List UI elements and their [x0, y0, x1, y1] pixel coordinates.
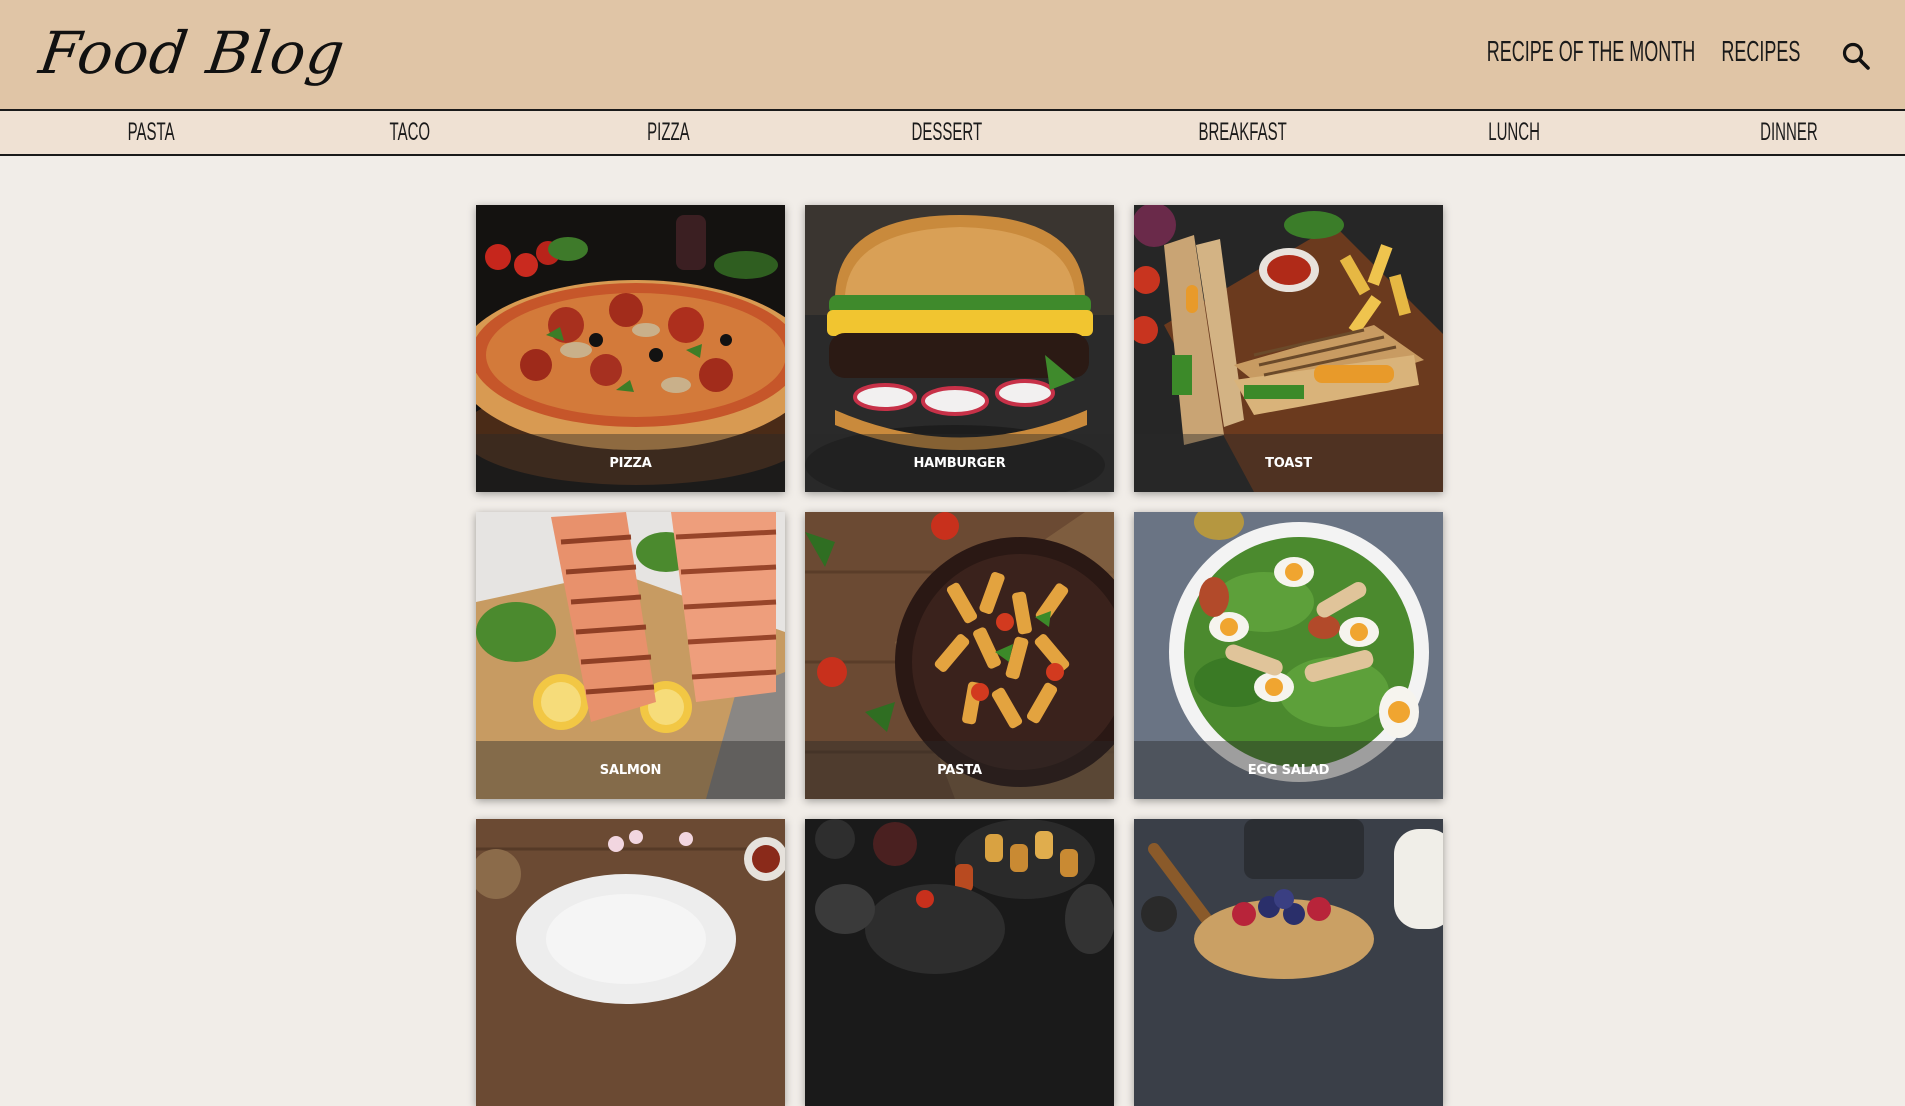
dish-image — [805, 819, 1114, 1106]
category-pizza[interactable]: PIZZA — [647, 118, 690, 147]
recipe-card[interactable]: HAMBURGER — [805, 205, 1114, 492]
recipe-card[interactable]: TOAST — [1134, 205, 1443, 492]
recipe-card[interactable] — [805, 819, 1114, 1106]
recipe-card[interactable] — [1134, 819, 1443, 1106]
dish-image — [476, 819, 785, 1106]
card-title: SALMON — [599, 762, 662, 778]
card-title: HAMBURGER — [913, 455, 1006, 471]
card-caption: PASTA — [805, 741, 1114, 799]
category-taco[interactable]: TACO — [390, 118, 431, 147]
card-title: EGG SALAD — [1247, 762, 1330, 778]
recipe-card[interactable]: PASTA — [805, 512, 1114, 799]
site-header: Food Blog RECIPE OF THE MONTH RECIPES — [0, 0, 1905, 111]
recipe-card[interactable]: PIZZA — [476, 205, 785, 492]
recipe-card[interactable]: SALMON — [476, 512, 785, 799]
card-caption: EGG SALAD — [1134, 741, 1443, 799]
nav-recipes[interactable]: RECIPES — [1721, 36, 1800, 69]
card-title: TOAST — [1265, 455, 1312, 471]
category-dessert[interactable]: DESSERT — [912, 118, 983, 147]
card-caption: PIZZA — [476, 434, 785, 492]
dish-image — [1134, 819, 1443, 1106]
search-icon[interactable] — [1841, 41, 1871, 71]
recipe-grid: PIZZA HAMBURGER TOAST SALMON PASTA EGG S… — [476, 205, 1443, 1106]
card-caption: SALMON — [476, 741, 785, 799]
recipe-card[interactable]: EGG SALAD — [1134, 512, 1443, 799]
recipe-card[interactable] — [476, 819, 785, 1106]
card-title: PASTA — [937, 762, 982, 778]
category-breakfast[interactable]: BREAKFAST — [1198, 118, 1286, 147]
category-lunch[interactable]: LUNCH — [1488, 118, 1540, 147]
card-caption: HAMBURGER — [805, 434, 1114, 492]
category-pasta[interactable]: PASTA — [128, 118, 175, 147]
card-title: PIZZA — [609, 455, 652, 471]
card-caption: TOAST — [1134, 434, 1443, 492]
site-logo[interactable]: Food Blog — [35, 18, 350, 88]
nav-recipe-of-the-month[interactable]: RECIPE OF THE MONTH — [1487, 36, 1695, 69]
category-dinner[interactable]: DINNER — [1760, 118, 1818, 147]
category-bar: PASTA TACO PIZZA DESSERT BREAKFAST LUNCH… — [0, 111, 1905, 156]
